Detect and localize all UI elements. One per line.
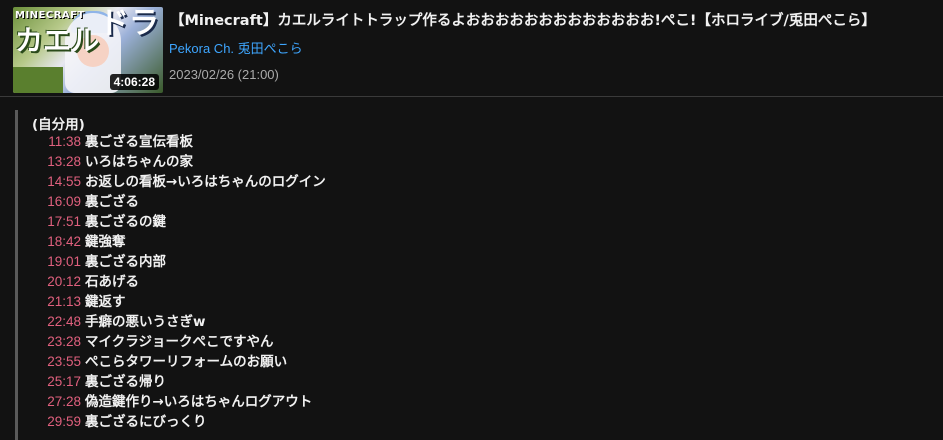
timestamp-label: ぺこらタワーリフォームのお願い (85, 354, 288, 370)
thumbnail-grass-shape (13, 67, 63, 93)
timestamp-link[interactable]: 13:28 (36, 152, 81, 172)
timestamp-comment: (自分用) 11:38 裏ござる宣伝看板 13:28 いろはちゃんの家 14:55 お返し… (15, 110, 918, 440)
timestamp-row: 14:55 お返しの看板→いろはちゃんのログイン (36, 172, 326, 192)
timestamp-link[interactable]: 22:48 (36, 312, 81, 332)
timestamp-label: 裏ござる内部 (85, 254, 166, 270)
video-thumbnail[interactable]: MINECRAFT カエル ドラ 4:06:28 (13, 7, 163, 93)
thumbnail-minecraft-text: MINECRAFT (15, 10, 85, 21)
timestamp-label: お返しの看板→いろはちゃんのログイン (85, 174, 326, 190)
comment-heading: (自分用) (32, 117, 85, 133)
thumbnail-right-text: ドラ (99, 7, 159, 41)
timestamp-link[interactable]: 25:17 (36, 372, 81, 392)
timestamp-row: 29:59 裏ござるにびっくり (36, 412, 326, 432)
timestamp-label: 石あげる (85, 274, 139, 290)
publish-date: 2023/02/26 (21:00) (169, 67, 279, 82)
timestamp-link[interactable]: 19:01 (36, 252, 81, 272)
timestamp-label: 裏ござる (85, 194, 139, 210)
timestamp-row: 20:12 石あげる (36, 272, 326, 292)
timestamp-link[interactable]: 23:28 (36, 332, 81, 352)
timestamp-link[interactable]: 17:51 (36, 212, 81, 232)
timestamp-row: 23:55 ぺこらタワーリフォームのお願い (36, 352, 326, 372)
timestamp-row: 25:17 裏ござる帰り (36, 372, 326, 392)
timestamp-label: 裏ござる帰り (85, 374, 166, 390)
timestamp-row: 16:09 裏ござる (36, 192, 326, 212)
timestamp-link[interactable]: 18:42 (36, 232, 81, 252)
timestamp-label: 鍵返す (85, 294, 126, 310)
timestamp-label: 裏ござるにびっくり (85, 414, 207, 430)
timestamp-label: 偽造鍵作り→いろはちゃんログアウト (85, 394, 313, 410)
timestamp-row: 19:01 裏ござる内部 (36, 252, 326, 272)
video-title[interactable]: 【Minecraft】カエルライトトラップ作るよおおおおおおおおおおおおお!ぺこ… (170, 9, 940, 30)
timestamp-row: 22:48 手癖の悪いうさぎw (36, 312, 326, 332)
timestamp-row: 13:28 いろはちゃんの家 (36, 152, 326, 172)
timestamp-row: 18:42 鍵強奪 (36, 232, 326, 252)
timestamp-label: マイクラジョークぺこですやん (85, 334, 274, 350)
timestamp-link[interactable]: 14:55 (36, 172, 81, 192)
timestamp-link[interactable]: 21:13 (36, 292, 81, 312)
timestamp-link[interactable]: 29:59 (36, 412, 81, 432)
timestamp-label: いろはちゃんの家 (85, 154, 193, 170)
timestamp-list: 11:38 裏ござる宣伝看板 13:28 いろはちゃんの家 14:55 お返しの看板→いろ… (36, 132, 326, 432)
timestamp-row: 17:51 裏ござるの鍵 (36, 212, 326, 232)
timestamp-label: 鍵強奪 (85, 234, 126, 250)
timestamp-link[interactable]: 23:55 (36, 352, 81, 372)
timestamp-link[interactable]: 16:09 (36, 192, 81, 212)
timestamp-link[interactable]: 11:38 (36, 132, 81, 152)
channel-link[interactable]: Pekora Ch. 兎田ぺこら (169, 38, 303, 57)
thumbnail-left-text: カエル (15, 24, 100, 57)
timestamp-label: 裏ござるの鍵 (85, 214, 166, 230)
timestamp-row: 27:28 偽造鍵作り→いろはちゃんログアウト (36, 392, 326, 412)
timestamp-label: 手癖の悪いうさぎw (85, 314, 206, 330)
timestamp-link[interactable]: 20:12 (36, 272, 81, 292)
video-header: MINECRAFT カエル ドラ 4:06:28 【Minecraft】カエルラ… (0, 0, 943, 97)
timestamp-row: 11:38 裏ござる宣伝看板 (36, 132, 326, 152)
timestamp-label: 裏ござる宣伝看板 (85, 134, 193, 150)
timestamp-row: 21:13 鍵返す (36, 292, 326, 312)
timestamp-row: 23:28 マイクラジョークぺこですやん (36, 332, 326, 352)
timestamp-link[interactable]: 27:28 (36, 392, 81, 412)
duration-badge: 4:06:28 (109, 74, 159, 90)
